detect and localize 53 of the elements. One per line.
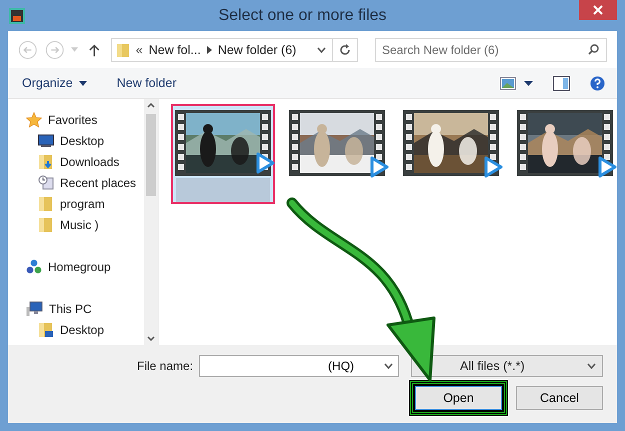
film-icon [8, 6, 26, 24]
play-icon [255, 152, 275, 174]
refresh-icon [339, 44, 351, 56]
caret-icon[interactable] [524, 80, 533, 86]
play-icon [369, 156, 389, 178]
help-icon[interactable] [590, 76, 605, 90]
breadcrumb-item[interactable]: New folder (6) [218, 42, 296, 56]
separator-icon[interactable] [206, 46, 212, 54]
monitor-icon [38, 134, 54, 148]
search-field[interactable]: Search New folder (6) [375, 38, 607, 62]
close-button[interactable] [579, 0, 617, 20]
preview-pane-icon[interactable] [553, 76, 570, 90]
dropdown-icon[interactable] [384, 363, 394, 369]
folder-icon [38, 196, 54, 212]
breadcrumb-item[interactable]: New fol... [148, 42, 201, 56]
close-icon [593, 5, 603, 15]
dropdown-icon [587, 363, 596, 369]
folder-icon [116, 42, 130, 58]
address-bar[interactable]: « New fol... New folder (6) [110, 38, 358, 62]
overflow-chevron[interactable]: « [136, 42, 143, 56]
file-name-field[interactable]: (HQ) [199, 355, 400, 377]
cancel-button[interactable]: Cancel [516, 386, 603, 410]
window-title: Select one or more files [217, 6, 388, 24]
computer-icon [26, 300, 43, 316]
recent-places-icon [38, 175, 54, 190]
nav-item[interactable]: This PC [8, 298, 144, 319]
star-icon [26, 112, 42, 128]
folder-icon [38, 216, 54, 232]
folder-icon [38, 322, 54, 338]
folder-icon [38, 154, 54, 170]
nav-item[interactable]: Favorites [8, 109, 144, 130]
toolbar-button[interactable]: New folder [112, 73, 180, 93]
nav-item[interactable]: Downloads [8, 151, 144, 172]
search-icon [588, 44, 599, 54]
video-file[interactable] [171, 104, 275, 204]
dropdown-icon[interactable] [317, 46, 326, 52]
nav-item[interactable]: Homegroup [8, 256, 144, 277]
homegroup-icon [26, 258, 42, 274]
up-arrow-icon[interactable] [89, 42, 100, 56]
scrollbar[interactable] [144, 99, 158, 345]
scroll-down-icon[interactable] [147, 336, 155, 341]
file-name-label: File name: [137, 359, 194, 373]
toolbar-button[interactable]: Organize [18, 73, 91, 93]
view-icon[interactable] [500, 76, 516, 90]
nav-item[interactable]: program [8, 193, 144, 214]
file-type-dropdown[interactable]: All files (*.*) [411, 355, 603, 377]
nav-item[interactable]: Music ) [8, 214, 144, 235]
play-icon [483, 156, 503, 178]
scrollbar-thumb[interactable] [146, 114, 156, 196]
nav-item[interactable]: Desktop [8, 130, 144, 151]
nav-item[interactable]: Desktop [8, 319, 144, 340]
scroll-up-icon[interactable] [147, 103, 155, 108]
nav-item[interactable]: Recent places [8, 172, 144, 193]
